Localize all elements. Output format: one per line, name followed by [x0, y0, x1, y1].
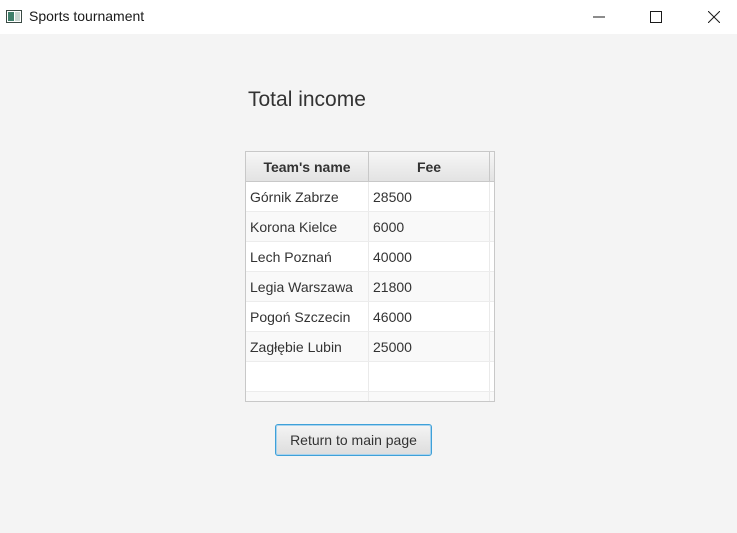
table-body: Górnik Zabrze 28500 Korona Kielce 6000 L…	[246, 182, 494, 401]
table-row[interactable]: Górnik Zabrze 28500	[246, 182, 494, 212]
close-icon	[708, 11, 720, 23]
fee-cell: 25000	[369, 332, 490, 362]
column-header-fee[interactable]: Fee	[369, 152, 490, 182]
team-name-cell: Pogoń Szczecin	[246, 302, 369, 332]
return-to-main-page-button[interactable]: Return to main page	[275, 424, 432, 456]
team-name-cell: Korona Kielce	[246, 212, 369, 242]
close-button[interactable]	[691, 0, 737, 34]
window-title: Sports tournament	[29, 8, 145, 24]
fee-cell: 21800	[369, 272, 490, 302]
team-name-cell: Lech Poznań	[246, 242, 369, 272]
column-header-team-name[interactable]: Team's name	[246, 152, 369, 182]
maximize-button[interactable]	[633, 0, 679, 34]
title-bar: Sports tournament	[0, 0, 737, 34]
page-title: Total income	[248, 88, 366, 111]
table-row[interactable]: Zagłębie Lubin 25000	[246, 332, 494, 362]
fee-cell: 46000	[369, 302, 490, 332]
fee-cell: 28500	[369, 182, 490, 212]
team-name-cell: Zagłębie Lubin	[246, 332, 369, 362]
team-name-cell: Legia Warszawa	[246, 272, 369, 302]
table-row[interactable]: Legia Warszawa 21800	[246, 272, 494, 302]
empty-table-row	[246, 392, 494, 401]
empty-table-row	[246, 362, 494, 392]
table-row[interactable]: Korona Kielce 6000	[246, 212, 494, 242]
minimize-button[interactable]	[576, 0, 622, 34]
table-row[interactable]: Lech Poznań 40000	[246, 242, 494, 272]
table-row[interactable]: Pogoń Szczecin 46000	[246, 302, 494, 332]
income-table[interactable]: Team's name Fee Górnik Zabrze 28500 Koro…	[245, 151, 495, 402]
maximize-icon	[650, 11, 662, 23]
table-header: Team's name Fee	[246, 152, 494, 182]
team-name-cell: Górnik Zabrze	[246, 182, 369, 212]
fee-cell: 6000	[369, 212, 490, 242]
app-icon	[6, 10, 22, 23]
fee-cell: 40000	[369, 242, 490, 272]
minimize-icon	[593, 16, 605, 18]
